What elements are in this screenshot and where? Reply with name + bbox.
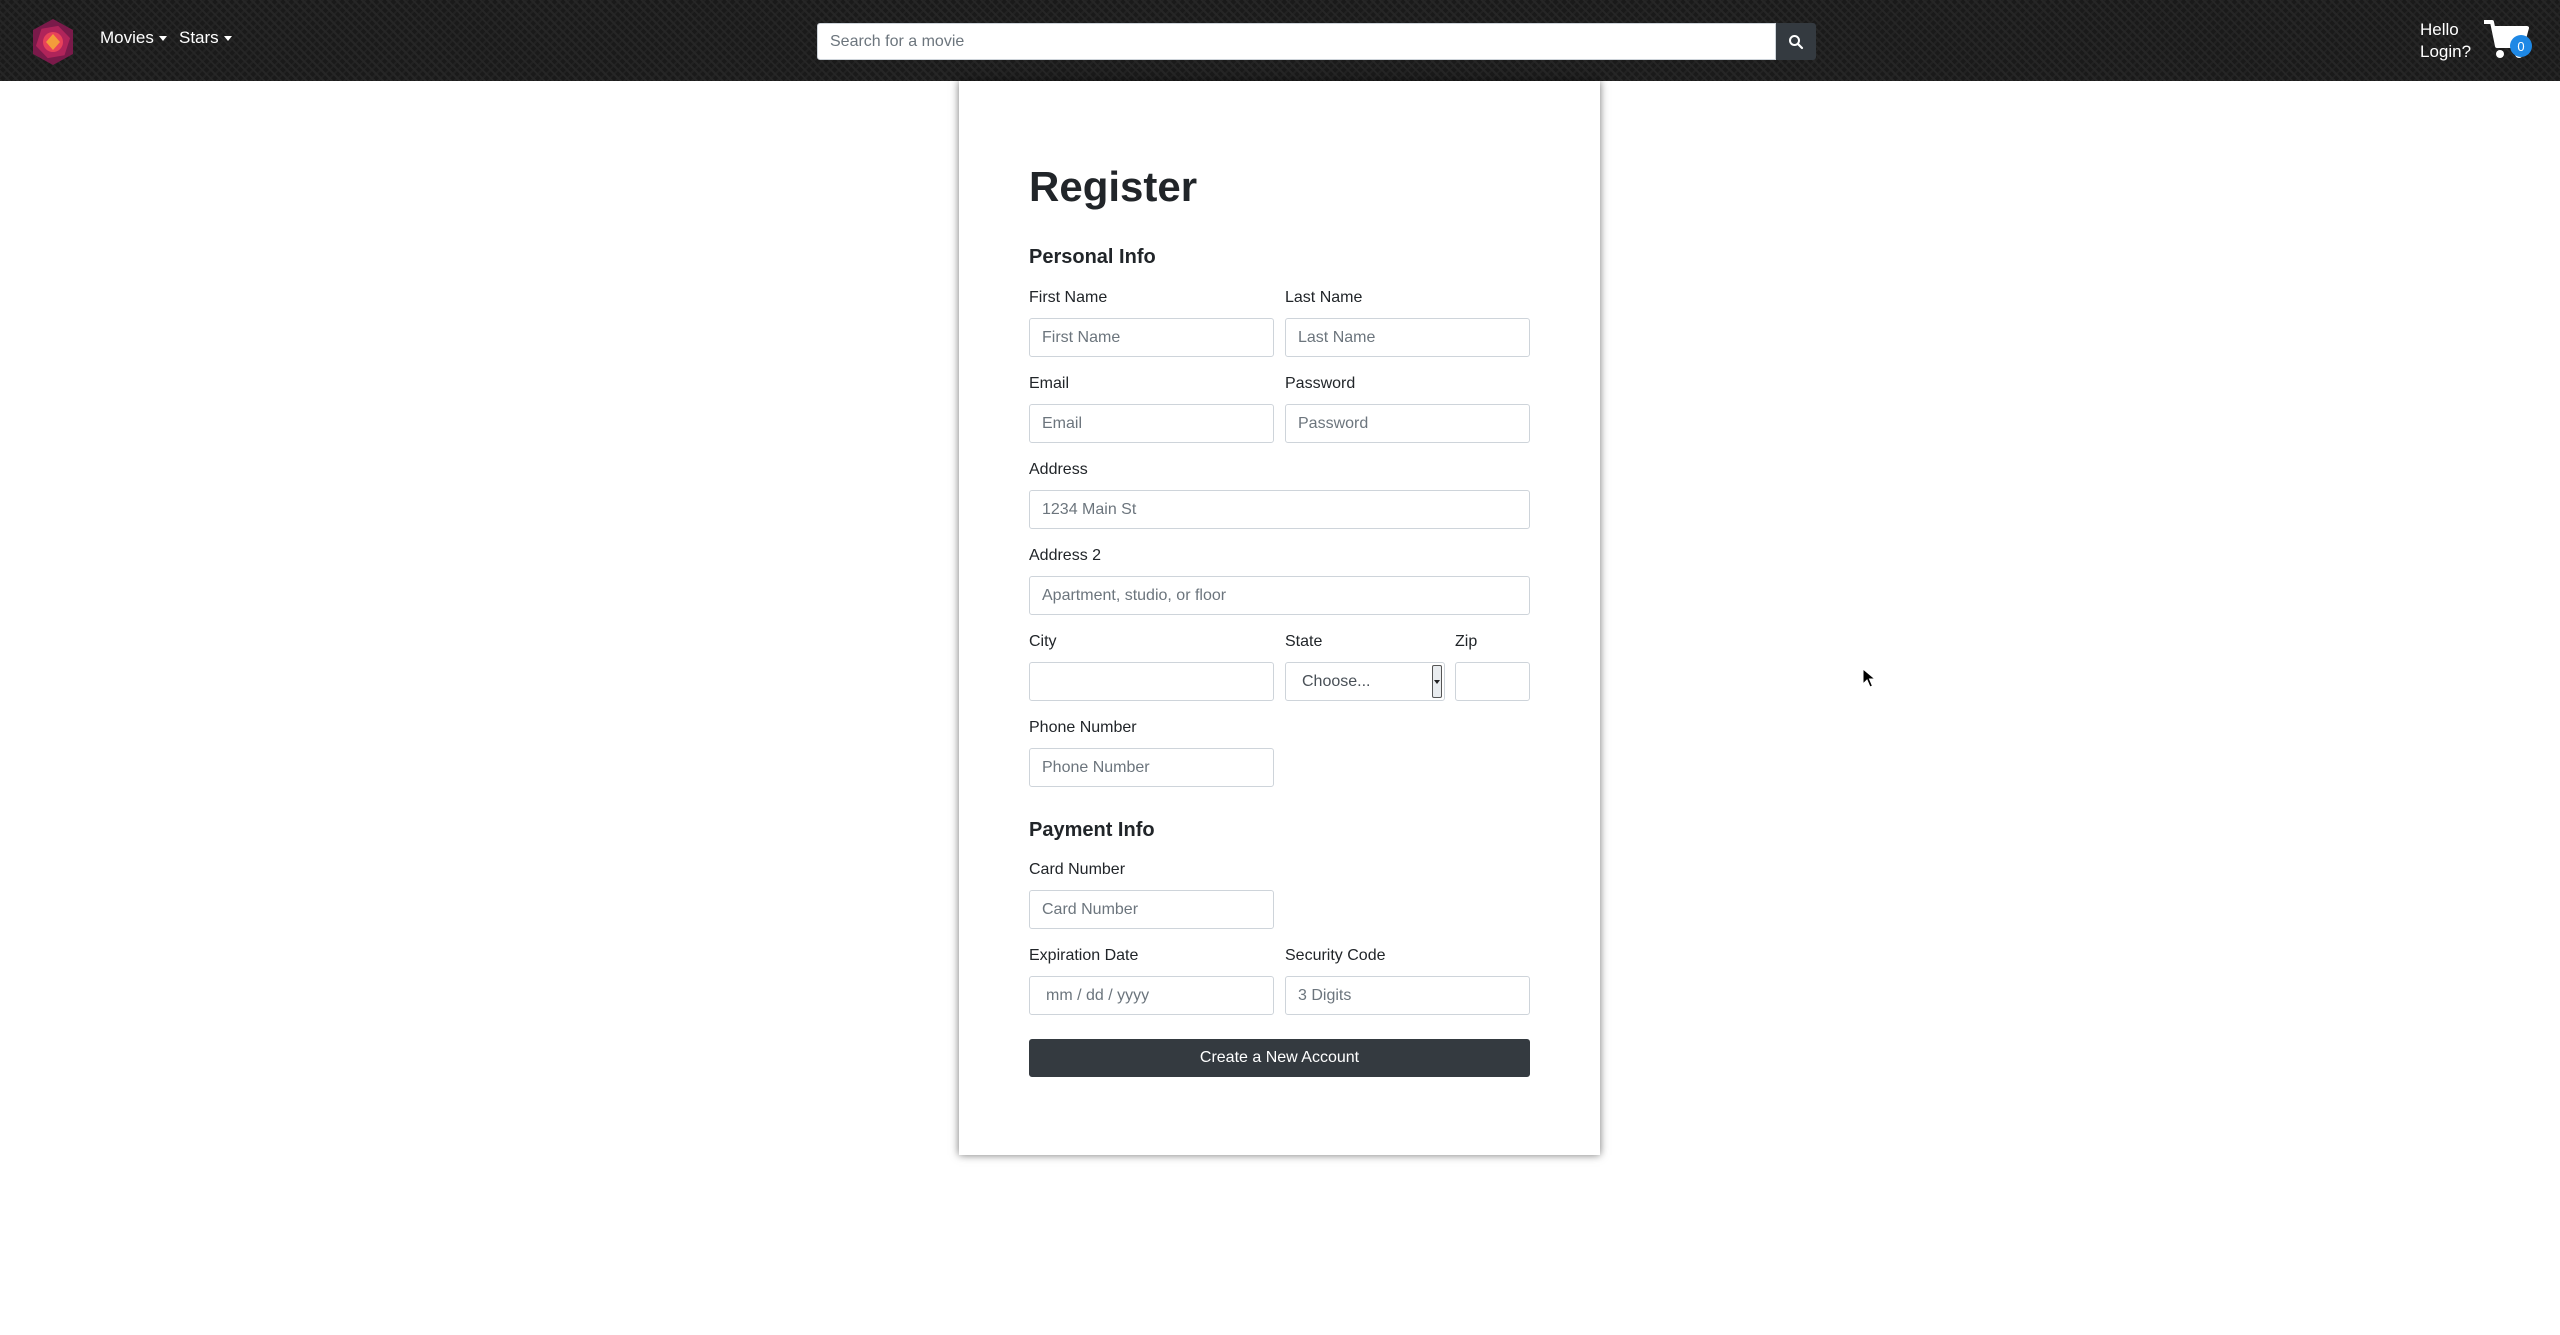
stars-menu[interactable]: Stars [179,28,232,48]
phone-input[interactable] [1029,748,1274,787]
register-card: Register Personal Info First Name Last N… [959,81,1600,1155]
card-number-input[interactable] [1029,890,1274,929]
search-icon [1789,34,1804,49]
address2-input[interactable] [1029,576,1530,615]
personal-info-heading: Personal Info [1029,246,1156,268]
password-input[interactable] [1285,404,1530,443]
card-number-label: Card Number [1029,861,1126,878]
greeting-text: Hello [2420,20,2459,39]
site-logo-icon[interactable] [28,17,78,67]
security-code-label: Security Code [1285,947,1386,964]
expiration-date-input[interactable] [1029,976,1274,1015]
movies-menu-label: Movies [100,28,154,47]
zip-label: Zip [1455,633,1478,650]
zip-input[interactable] [1455,662,1530,701]
last-name-label: Last Name [1285,289,1363,306]
security-code-input[interactable] [1285,976,1530,1015]
dropdown-arrow-icon [1432,665,1442,698]
cart-count-badge: 0 [2510,35,2532,57]
search-input[interactable] [817,23,1776,60]
last-name-input[interactable] [1285,318,1530,357]
page-title: Register [1029,163,1198,210]
caret-down-icon [223,35,232,41]
state-selected-value: Choose... [1302,672,1371,690]
address2-label: Address 2 [1029,547,1102,564]
search-bar [817,23,1816,60]
address-label: Address [1029,461,1088,478]
search-button[interactable] [1776,23,1816,60]
email-label: Email [1029,375,1070,392]
state-select[interactable]: Choose... [1285,662,1445,701]
top-navbar: Movies Stars Hello Login? 0 [0,0,2560,81]
caret-down-icon [158,35,167,41]
stars-menu-label: Stars [179,28,219,47]
city-label: City [1029,633,1057,650]
email-input[interactable] [1029,404,1274,443]
mouse-cursor-icon [1862,668,1876,688]
create-account-button[interactable]: Create a New Account [1029,1039,1530,1077]
password-label: Password [1285,375,1356,392]
first-name-label: First Name [1029,289,1108,306]
movies-menu[interactable]: Movies [100,28,167,48]
phone-label: Phone Number [1029,719,1137,736]
first-name-input[interactable] [1029,318,1274,357]
login-link[interactable]: Login? [2420,42,2471,62]
city-input[interactable] [1029,662,1274,701]
address-input[interactable] [1029,490,1530,529]
state-label: State [1285,633,1323,650]
payment-info-heading: Payment Info [1029,819,1155,841]
expiration-date-label: Expiration Date [1029,947,1139,964]
